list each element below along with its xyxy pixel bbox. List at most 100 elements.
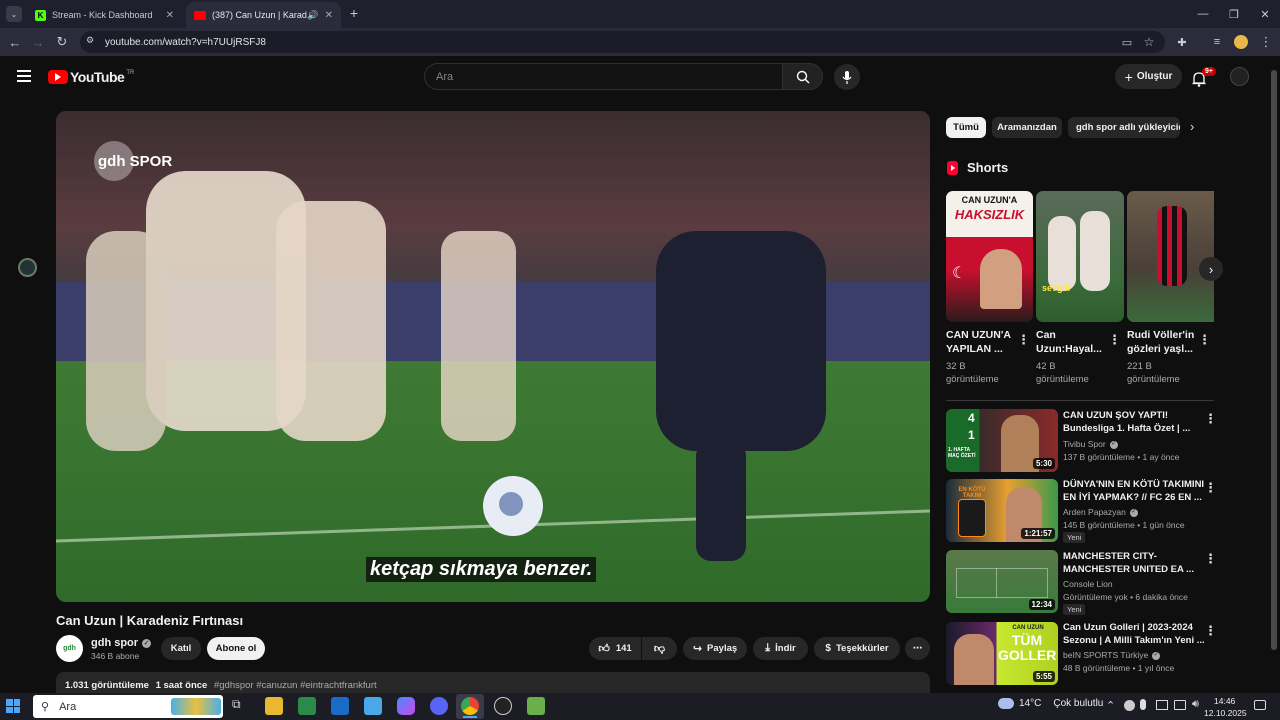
back-icon[interactable]: ← <box>5 32 25 52</box>
short-menu-icon[interactable]: ⋮ <box>1017 332 1030 348</box>
short-title[interactable]: YAPILAN ... <box>946 342 1003 356</box>
reading-list-icon[interactable]: ≡ <box>1207 32 1227 52</box>
clock-time[interactable]: 14:46 <box>1214 696 1235 706</box>
volume-icon[interactable]: 🔊︎ <box>1192 698 1199 711</box>
search-input[interactable]: Ara <box>424 63 782 90</box>
video-title[interactable]: DÜNYA'NIN EN KÖTÜ TAKIMINI <box>1063 478 1204 491</box>
chrome-icon[interactable] <box>461 697 479 715</box>
video-thumbnail[interactable]: EN KÖTÜ TAKIM 1:21:57 <box>946 479 1058 542</box>
microphone-tray-icon[interactable] <box>1140 699 1146 710</box>
download-button[interactable]: ⤓ İndir <box>753 637 808 660</box>
channel-name[interactable]: Arden Papazyan ✓ <box>1063 506 1138 519</box>
subscribe-button[interactable]: Abone ol <box>207 637 265 660</box>
like-button[interactable]: 👍︎ 141 <box>589 637 641 660</box>
clock-date[interactable]: 12.10.2025 <box>1204 708 1247 718</box>
outlook-icon[interactable] <box>331 697 349 715</box>
short-thumbnail[interactable]: CAN UZUN'A HAKSIZLIK ☾ <box>946 191 1033 322</box>
chips-next-icon[interactable]: › <box>1190 119 1194 134</box>
more-actions-button[interactable]: ⋯ <box>905 637 930 660</box>
video-thumbnail[interactable]: 4 1 1. HAFTA MAÇ ÖZETİ 5:30 <box>946 409 1058 472</box>
chip-channel[interactable]: gdh spor adlı yükleyicide <box>1068 117 1180 138</box>
video-menu-icon[interactable]: ⋮ <box>1204 551 1217 567</box>
short-menu-icon[interactable]: ⋮ <box>1108 332 1121 348</box>
extensions-icon[interactable]: ✚ <box>1172 32 1192 52</box>
voice-search-button[interactable] <box>834 64 860 90</box>
bookmark-star-icon[interactable]: ☆ <box>1139 32 1159 52</box>
page-scrollbar[interactable] <box>1271 70 1277 650</box>
youtube-logo[interactable]: YouTube TR <box>48 68 134 86</box>
thanks-button[interactable]: $ Teşekkürler <box>814 637 900 660</box>
forward-icon[interactable]: → <box>28 32 48 52</box>
short-title[interactable]: Rudi Völler'in <box>1127 328 1194 342</box>
share-button[interactable]: ↪ Paylaş <box>683 637 747 660</box>
account-avatar[interactable] <box>1230 67 1249 86</box>
channel-avatar[interactable]: gdh <box>56 635 83 662</box>
tab-search-button[interactable]: ⌄ <box>6 6 22 22</box>
minecraft-icon[interactable] <box>527 697 545 715</box>
tray-app-icon[interactable] <box>1124 700 1135 711</box>
restore-button[interactable]: ❐ <box>1219 4 1249 24</box>
weather-widget[interactable]: 14°C Çok bulutlu <box>998 698 1103 709</box>
store-icon[interactable] <box>298 697 316 715</box>
channel-name-link[interactable]: gdh spor ✓ <box>91 637 152 649</box>
chrome-menu-icon[interactable]: ⋮ <box>1256 32 1276 52</box>
short-title[interactable]: Can <box>1036 328 1056 342</box>
minimize-button[interactable]: — <box>1188 4 1218 24</box>
task-view-icon[interactable]: ⧉ <box>232 697 250 715</box>
search-button[interactable] <box>782 63 823 90</box>
address-bar[interactable]: youtube.com/watch?v=h7UUjRSFJ8 <box>80 31 1165 53</box>
new-tab-button[interactable]: + <box>346 5 362 21</box>
obs-icon[interactable] <box>494 697 512 715</box>
hashtags[interactable]: #gdhspor #canuzun #eintrachtfrankfurt <box>214 680 377 691</box>
join-button[interactable]: Katıl <box>161 637 201 660</box>
browser-tab-kick[interactable]: K Stream - Kick Dashboard ✕ <box>27 2 182 28</box>
video-title[interactable]: EN İYİ YAPMAK? // FC 26 EN ... <box>1063 491 1202 504</box>
tab-close-icon[interactable]: ✕ <box>166 10 174 21</box>
create-button[interactable]: + Oluştur <box>1115 64 1182 89</box>
network-icon[interactable] <box>1174 700 1186 710</box>
cast-icon[interactable]: ▭ <box>1117 32 1137 52</box>
video-title[interactable]: CAN UZUN ŞOV YAPTI! <box>1063 409 1168 422</box>
browser-tab-youtube[interactable]: (387) Can Uzun | Karadeni 🔊 ✕ <box>186 2 341 28</box>
app-icon[interactable] <box>364 697 382 715</box>
shorts-next-button[interactable]: › <box>1199 257 1223 281</box>
site-info-icon[interactable]: ⚙ <box>86 35 98 47</box>
windows-start-icon[interactable] <box>6 699 20 713</box>
video-title[interactable]: MANCHESTER CITY- <box>1063 550 1157 563</box>
file-explorer-icon[interactable] <box>265 697 283 715</box>
channel-name[interactable]: Console Lion <box>1063 578 1113 591</box>
chip-all[interactable]: Tümü <box>946 117 986 138</box>
discord-icon[interactable] <box>430 697 448 715</box>
channel-name[interactable]: Tivibu Spor ✓ <box>1063 438 1118 451</box>
short-title[interactable]: CAN UZUN'A <box>946 328 1011 342</box>
taskbar-search-box[interactable]: ⚲ Ara <box>33 695 223 718</box>
close-window-button[interactable]: ✕ <box>1250 4 1280 24</box>
video-menu-icon[interactable]: ⋮ <box>1204 480 1217 496</box>
short-title[interactable]: Uzun:Hayal... <box>1036 342 1102 356</box>
short-menu-icon[interactable]: ⋮ <box>1198 332 1211 348</box>
dislike-button[interactable]: 👎︎ <box>642 637 677 660</box>
video-menu-icon[interactable]: ⋮ <box>1204 411 1217 427</box>
short-title[interactable]: gözleri yaşl... <box>1127 342 1193 356</box>
video-title[interactable]: MANCHESTER UNITED EA ... <box>1063 563 1194 576</box>
hamburger-menu-icon[interactable] <box>17 70 31 82</box>
video-menu-icon[interactable]: ⋮ <box>1204 623 1217 639</box>
video-title[interactable]: Bundesliga 1. Hafta Özet | ... <box>1063 422 1190 435</box>
notification-center-icon[interactable] <box>1254 700 1266 710</box>
video-title[interactable]: Sezonu | A Milli Takım'ın Yeni ... <box>1063 634 1205 647</box>
video-thumbnail[interactable]: 12:34 <box>946 550 1058 613</box>
tray-chevron-icon[interactable]: ⌃ <box>1106 699 1115 712</box>
short-thumbnail[interactable] <box>1127 191 1214 322</box>
video-player[interactable]: gdh SPOR ketçap sıkmaya benzer. <box>56 111 930 602</box>
tab-close-icon[interactable]: ✕ <box>325 10 333 21</box>
tray-display-icon[interactable] <box>1156 700 1168 710</box>
audio-playing-icon[interactable]: 🔊 <box>307 10 318 21</box>
reload-icon[interactable]: ↻ <box>52 32 72 52</box>
chip-from-search[interactable]: Aramanızdan <box>992 117 1062 138</box>
video-thumbnail[interactable]: CAN UZUN TÜM GOLLER 5:55 <box>946 622 1058 685</box>
copilot-icon[interactable] <box>397 697 415 715</box>
channel-name[interactable]: beIN SPORTS Türkiye ✓ <box>1063 649 1161 662</box>
video-title[interactable]: Can Uzun Golleri | 2023-2024 <box>1063 621 1193 634</box>
profile-avatar[interactable] <box>1234 35 1248 49</box>
short-thumbnail[interactable]: sevgili <box>1036 191 1124 322</box>
